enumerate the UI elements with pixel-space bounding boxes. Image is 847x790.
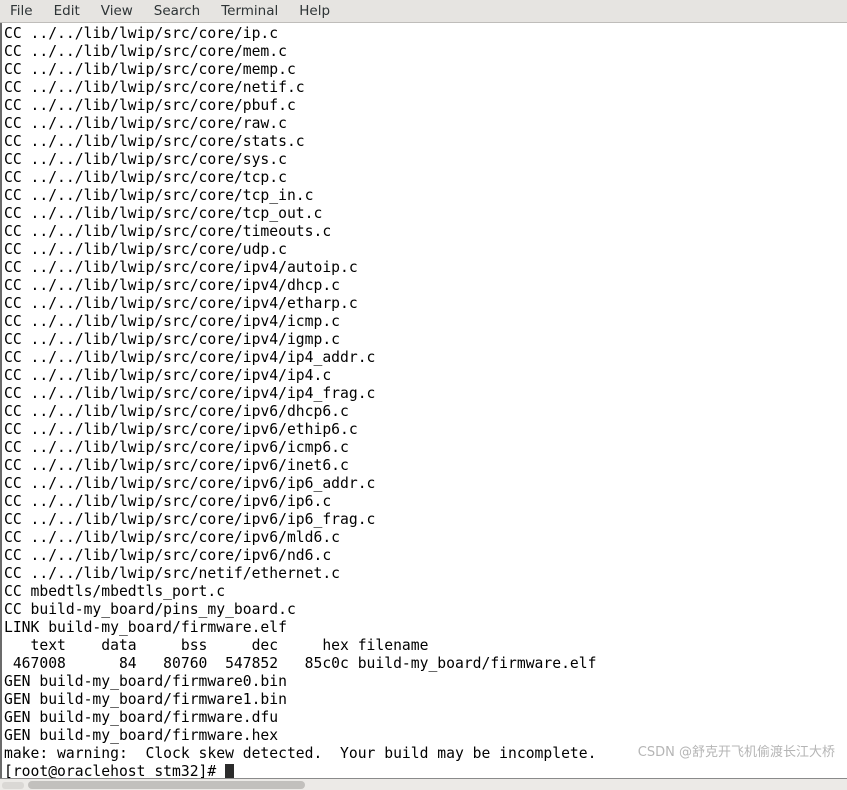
menu-terminal[interactable]: Terminal <box>221 0 289 22</box>
terminal-line: CC ../../lib/lwip/src/core/ipv4/etharp.c <box>4 295 358 312</box>
terminal-line: CC ../../lib/lwip/src/core/ipv4/ip4.c <box>4 367 332 384</box>
terminal-line: GEN build-my_board/firmware.hex <box>4 727 279 744</box>
menu-bar: File Edit View Search Terminal Help <box>0 0 847 23</box>
terminal-window: File Edit View Search Terminal Help CC ../../… <box>0 0 847 790</box>
terminal-line: CC mbedtls/mbedtls_port.c <box>4 583 226 600</box>
terminal-line: CC ../../lib/lwip/src/core/mem.c <box>4 43 287 60</box>
terminal-line: CC ../../lib/lwip/src/core/raw.c <box>4 115 287 132</box>
terminal-line: CC ../../lib/lwip/src/core/ipv6/ip6_addr… <box>4 475 376 492</box>
terminal-line: CC ../../lib/lwip/src/core/tcp_out.c <box>4 205 323 222</box>
terminal-line: CC ../../lib/lwip/src/core/memp.c <box>4 61 296 78</box>
menu-search[interactable]: Search <box>154 0 211 22</box>
terminal-line: CC ../../lib/lwip/src/core/netif.c <box>4 79 305 96</box>
terminal-line: CC ../../lib/lwip/src/core/udp.c <box>4 241 287 258</box>
terminal-line: CC build-my_board/pins_my_board.c <box>4 601 296 618</box>
terminal-line: CC ../../lib/lwip/src/core/ip.c <box>4 25 279 42</box>
terminal-line: CC ../../lib/lwip/src/core/ipv6/icmp6.c <box>4 439 349 456</box>
terminal-line: CC ../../lib/lwip/src/core/ipv4/dhcp.c <box>4 277 341 294</box>
terminal-line: CC ../../lib/lwip/src/core/tcp.c <box>4 169 287 186</box>
terminal-line: CC ../../lib/lwip/src/core/ipv6/ip6.c <box>4 493 332 510</box>
menu-edit[interactable]: Edit <box>54 0 91 22</box>
terminal-line: CC ../../lib/lwip/src/core/pbuf.c <box>4 97 296 114</box>
terminal-line: CC ../../lib/lwip/src/core/ipv6/nd6.c <box>4 547 332 564</box>
terminal-line: GEN build-my_board/firmware1.bin <box>4 691 287 708</box>
terminal-line: LINK build-my_board/firmware.elf <box>4 619 287 636</box>
scrollbar-thumb[interactable] <box>28 781 305 789</box>
terminal-viewport[interactable]: CC ../../lib/lwip/src/core/ip.c CC ../../… <box>0 23 847 778</box>
terminal-line: text data bss dec hex filename <box>4 637 429 654</box>
terminal-output[interactable]: CC ../../lib/lwip/src/core/ip.c CC ../../… <box>2 23 847 778</box>
menu-help[interactable]: Help <box>299 0 341 22</box>
terminal-line: 467008 84 80760 547852 85c0c build-my_bo… <box>4 655 597 672</box>
terminal-line: CC ../../lib/lwip/src/core/sys.c <box>4 151 287 168</box>
terminal-line: CC ../../lib/lwip/src/core/ipv4/ip4_addr… <box>4 349 376 366</box>
terminal-line: CC ../../lib/lwip/src/core/ipv4/ip4_frag… <box>4 385 376 402</box>
terminal-line: CC ../../lib/lwip/src/core/ipv6/ethip6.c <box>4 421 358 438</box>
terminal-line: CC ../../lib/lwip/src/core/ipv4/autoip.c <box>4 259 358 276</box>
scrollbar-left-cap[interactable] <box>2 782 24 789</box>
shell-prompt-line[interactable]: [root@oraclehost stm32]# <box>4 763 847 778</box>
terminal-line: CC ../../lib/lwip/src/core/ipv6/dhcp6.c <box>4 403 349 420</box>
shell-prompt: [root@oraclehost stm32]# <box>4 763 226 778</box>
terminal-line: CC ../../lib/lwip/src/core/ipv6/mld6.c <box>4 529 341 546</box>
terminal-line: CC ../../lib/lwip/src/core/ipv4/igmp.c <box>4 331 341 348</box>
terminal-line: CC ../../lib/lwip/src/core/tcp_in.c <box>4 187 314 204</box>
terminal-line: CC ../../lib/lwip/src/core/ipv6/ip6_frag… <box>4 511 376 528</box>
terminal-line: GEN build-my_board/firmware.dfu <box>4 709 279 726</box>
terminal-line: make: warning: Clock skew detected. Your… <box>4 745 597 762</box>
menu-view[interactable]: View <box>101 0 144 22</box>
terminal-line: CC ../../lib/lwip/src/core/stats.c <box>4 133 305 150</box>
terminal-line: GEN build-my_board/firmware0.bin <box>4 673 287 690</box>
terminal-line: CC ../../lib/lwip/src/core/ipv4/icmp.c <box>4 313 341 330</box>
terminal-line: CC ../../lib/lwip/src/netif/ethernet.c <box>4 565 341 582</box>
menu-file[interactable]: File <box>10 0 44 22</box>
terminal-line: CC ../../lib/lwip/src/core/timeouts.c <box>4 223 332 240</box>
terminal-line: CC ../../lib/lwip/src/core/ipv6/inet6.c <box>4 457 349 474</box>
horizontal-scrollbar[interactable] <box>0 778 847 790</box>
text-cursor <box>225 764 235 778</box>
